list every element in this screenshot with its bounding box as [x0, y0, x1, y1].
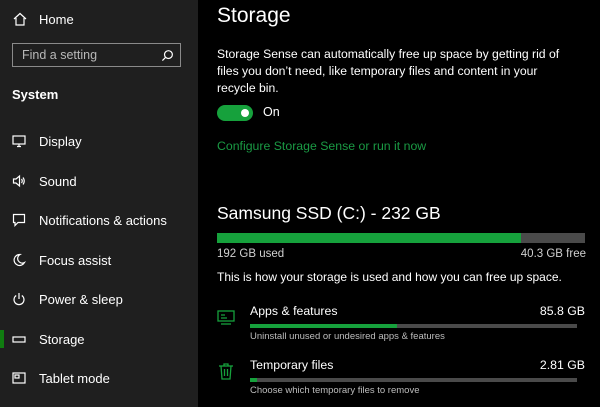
category-name: Apps & features	[250, 304, 338, 318]
category-size: 2.81 GB	[539, 358, 585, 372]
category-description: Choose which temporary files to remove	[250, 385, 420, 396]
tablet-icon	[12, 372, 26, 384]
display-icon	[12, 135, 26, 148]
main-content: Storage Storage Sense can automatically …	[198, 0, 600, 407]
speaker-icon	[12, 174, 25, 188]
sidebar-item-focus-assist[interactable]: Focus assist	[0, 247, 198, 273]
category-description: Uninstall unused or undesired apps & fea…	[250, 331, 445, 342]
storage-sense-toggle[interactable]	[217, 105, 253, 121]
storage-icon	[12, 336, 26, 343]
sidebar-item-label: Sound	[39, 173, 77, 189]
drive-usage-bar	[217, 233, 585, 243]
sidebar-item-label: Tablet mode	[39, 370, 110, 386]
category-size: 85.8 GB	[539, 304, 585, 318]
category-usage-fill	[250, 378, 257, 382]
category-name: Temporary files	[250, 358, 334, 372]
sidebar-item-label: Power & sleep	[39, 291, 123, 307]
toggle-state-label: On	[263, 105, 280, 119]
search-box[interactable]: Find a setting	[12, 43, 181, 67]
category-apps-features[interactable]: Apps & features 85.8 GB Uninstall unused…	[217, 304, 585, 348]
sidebar-item-label: Storage	[39, 331, 85, 347]
storage-sense-description: Storage Sense can automatically free up …	[217, 47, 560, 95]
power-icon	[13, 293, 25, 306]
drive-used-label: 192 GB used	[217, 248, 285, 260]
notification-icon	[12, 213, 26, 227]
section-title: System	[12, 87, 59, 102]
sidebar-item-storage[interactable]: Storage	[0, 326, 198, 352]
sidebar-item-notifications[interactable]: Notifications & actions	[0, 207, 198, 233]
sidebar-item-label: Notifications & actions	[39, 212, 167, 228]
usage-explanation: This is how your storage is used and how…	[217, 270, 562, 284]
search-icon[interactable]	[161, 49, 174, 62]
category-usage-bar	[250, 378, 577, 382]
configure-storage-sense-link[interactable]: Configure Storage Sense or run it now	[217, 139, 426, 153]
sidebar-item-display[interactable]: Display	[0, 128, 198, 154]
page-title: Storage	[217, 4, 291, 27]
drive-title: Samsung SSD (C:) - 232 GB	[217, 203, 441, 223]
trash-icon	[219, 363, 233, 380]
sidebar-item-tablet-mode[interactable]: Tablet mode	[0, 365, 198, 391]
sidebar-item-label: Display	[39, 133, 82, 149]
drive-usage-fill	[217, 233, 521, 243]
apps-icon	[217, 310, 235, 325]
home-icon	[13, 12, 27, 26]
sidebar-item-sound[interactable]: Sound	[0, 168, 198, 194]
sidebar-item-label: Focus assist	[39, 252, 112, 268]
home-label: Home	[39, 11, 74, 27]
sidebar-item-power-sleep[interactable]: Power & sleep	[0, 286, 198, 312]
moon-icon	[13, 253, 26, 267]
drive-free-label: 40.3 GB free	[520, 248, 586, 260]
sidebar: Home Find a setting System Display Sound…	[0, 0, 198, 407]
category-usage-fill	[250, 324, 398, 328]
search-placeholder[interactable]: Find a setting	[22, 48, 161, 62]
category-usage-bar	[250, 324, 577, 328]
home-link[interactable]: Home	[12, 10, 74, 28]
category-temporary-files[interactable]: Temporary files 2.81 GB Choose which tem…	[217, 358, 585, 402]
toggle-knob	[241, 109, 249, 117]
